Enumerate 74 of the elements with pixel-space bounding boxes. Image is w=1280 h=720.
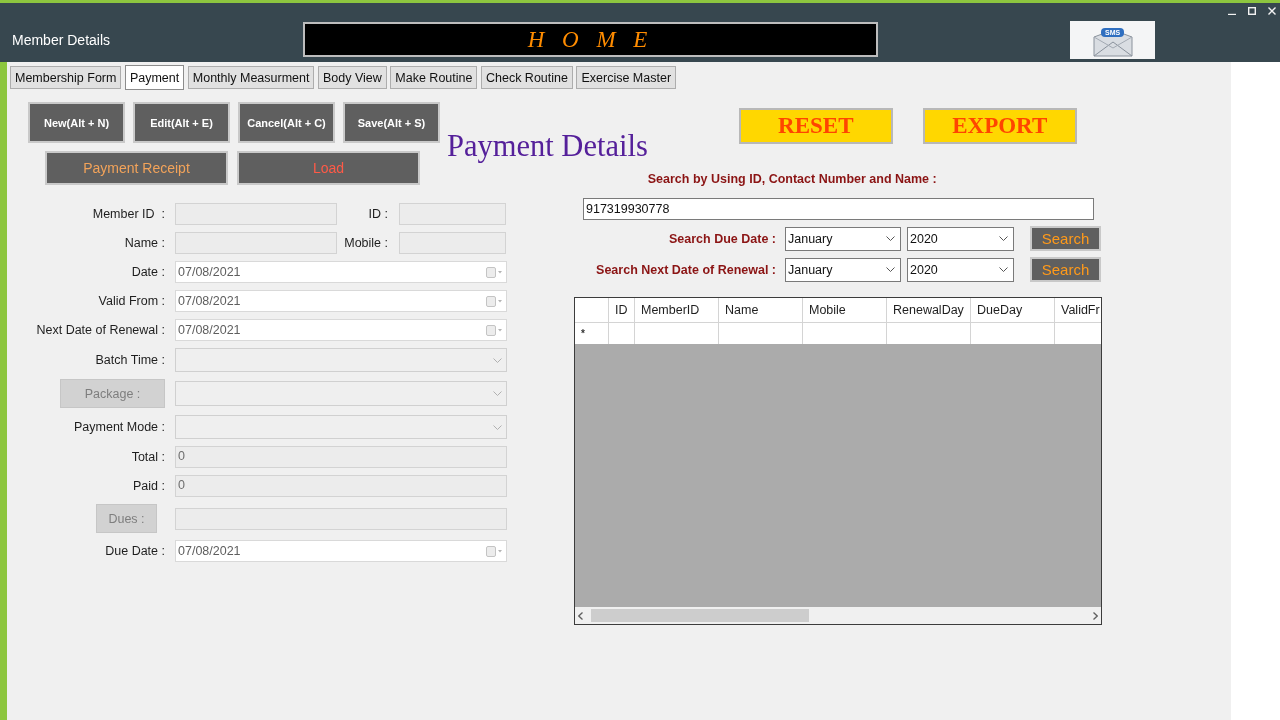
window-title: Member Details: [12, 31, 111, 48]
chevron-down-icon: [886, 236, 895, 241]
data-grid[interactable]: ID MemberID Name Mobile RenewalDay DueDay ValidFr *: [574, 297, 1102, 625]
dropdown-field[interactable]: [175, 348, 507, 372]
close-icon[interactable]: [1268, 7, 1276, 15]
text-field[interactable]: [175, 203, 337, 225]
maximize-icon[interactable]: [1248, 7, 1256, 15]
chevron-down-icon: [886, 267, 895, 272]
column-header[interactable]: ValidFr: [1054, 298, 1101, 322]
chevron-left-icon[interactable]: [578, 611, 583, 620]
chevron-down-icon: [999, 236, 1008, 241]
date-picker[interactable]: 07/08/2021: [175, 261, 507, 283]
date-picker[interactable]: 07/08/2021: [175, 540, 507, 562]
page-heading: Payment Details: [447, 128, 648, 164]
year-select[interactable]: 2020: [907, 226, 1014, 251]
tab[interactable]: Membership Form: [10, 66, 122, 89]
field-label: Payment Mode :: [74, 420, 165, 434]
column-header[interactable]: Name: [718, 298, 802, 322]
toolbar-button[interactable]: Cancel(Alt + C): [238, 102, 335, 143]
date-picker[interactable]: 07/08/2021: [175, 290, 507, 312]
field-label: Total :: [131, 450, 165, 464]
chevron-down-icon: [493, 424, 502, 430]
date-picker[interactable]: 07/08/2021: [175, 319, 507, 341]
month-select[interactable]: January: [785, 226, 901, 251]
new-row-marker: *: [581, 328, 585, 339]
toolbar-button[interactable]: Save(Alt + S): [343, 102, 440, 143]
tab[interactable]: Body View: [318, 66, 387, 89]
column-header[interactable]: MemberID: [634, 298, 718, 322]
toolbar-button[interactable]: New(Alt + N): [28, 102, 125, 143]
tab[interactable]: Check Routine: [480, 66, 573, 89]
chevron-down-icon: [493, 357, 502, 363]
year-select[interactable]: 2020: [907, 257, 1014, 282]
tab[interactable]: Make Routine: [390, 66, 478, 89]
field-label: Due Date :: [105, 544, 165, 558]
tab[interactable]: Exercise Master: [576, 66, 677, 89]
filter-label: Search Next Date of Renewal :: [596, 262, 776, 277]
field-label: Batch Time :: [95, 353, 165, 367]
chevron-down-icon: [493, 391, 502, 396]
field-label: Next Date of Renewal :: [36, 323, 165, 337]
text-field[interactable]: [175, 232, 337, 254]
field-label: ID :: [367, 207, 388, 221]
field-label: Paid :: [133, 479, 165, 493]
field-label: Member ID :: [92, 207, 165, 221]
chevron-right-icon[interactable]: [1093, 611, 1098, 620]
dropdown-field[interactable]: [175, 415, 507, 439]
filter-label: Search Due Date :: [669, 231, 776, 246]
scrollbar-thumb[interactable]: [591, 609, 809, 622]
field-label: Valid From :: [98, 294, 165, 308]
field-label: Date :: [131, 265, 165, 279]
text-field[interactable]: [399, 232, 506, 254]
calendar-icon: [486, 324, 503, 336]
text-field[interactable]: [175, 507, 507, 530]
calendar-icon: [486, 295, 503, 307]
search-label: Search by Using ID, Contact Number and Name :: [647, 172, 937, 186]
horizontal-scrollbar[interactable]: [575, 607, 1101, 624]
toolbar-button[interactable]: Edit(Alt + E): [133, 102, 230, 143]
tab[interactable]: Monthly Measurment: [187, 66, 315, 89]
tab[interactable]: Payment: [124, 65, 185, 90]
column-header[interactable]: DueDay: [970, 298, 1054, 322]
chevron-down-icon: [999, 267, 1008, 272]
search-field[interactable]: 917319930778: [583, 198, 1094, 220]
home-banner[interactable]: H O M E: [303, 22, 878, 57]
text-field[interactable]: 0: [175, 475, 507, 497]
text-field[interactable]: 0: [175, 446, 507, 468]
field-label: Name :: [124, 236, 165, 250]
column-header[interactable]: Mobile: [802, 298, 886, 322]
column-header[interactable]: ID: [608, 298, 634, 322]
text-field[interactable]: [399, 203, 506, 225]
field-label: Mobile :: [343, 236, 388, 250]
dropdown-field[interactable]: [175, 381, 507, 406]
month-select[interactable]: January: [785, 257, 901, 282]
calendar-icon: [486, 545, 503, 557]
column-header[interactable]: RenewalDay: [886, 298, 970, 322]
calendar-icon: [486, 266, 503, 278]
